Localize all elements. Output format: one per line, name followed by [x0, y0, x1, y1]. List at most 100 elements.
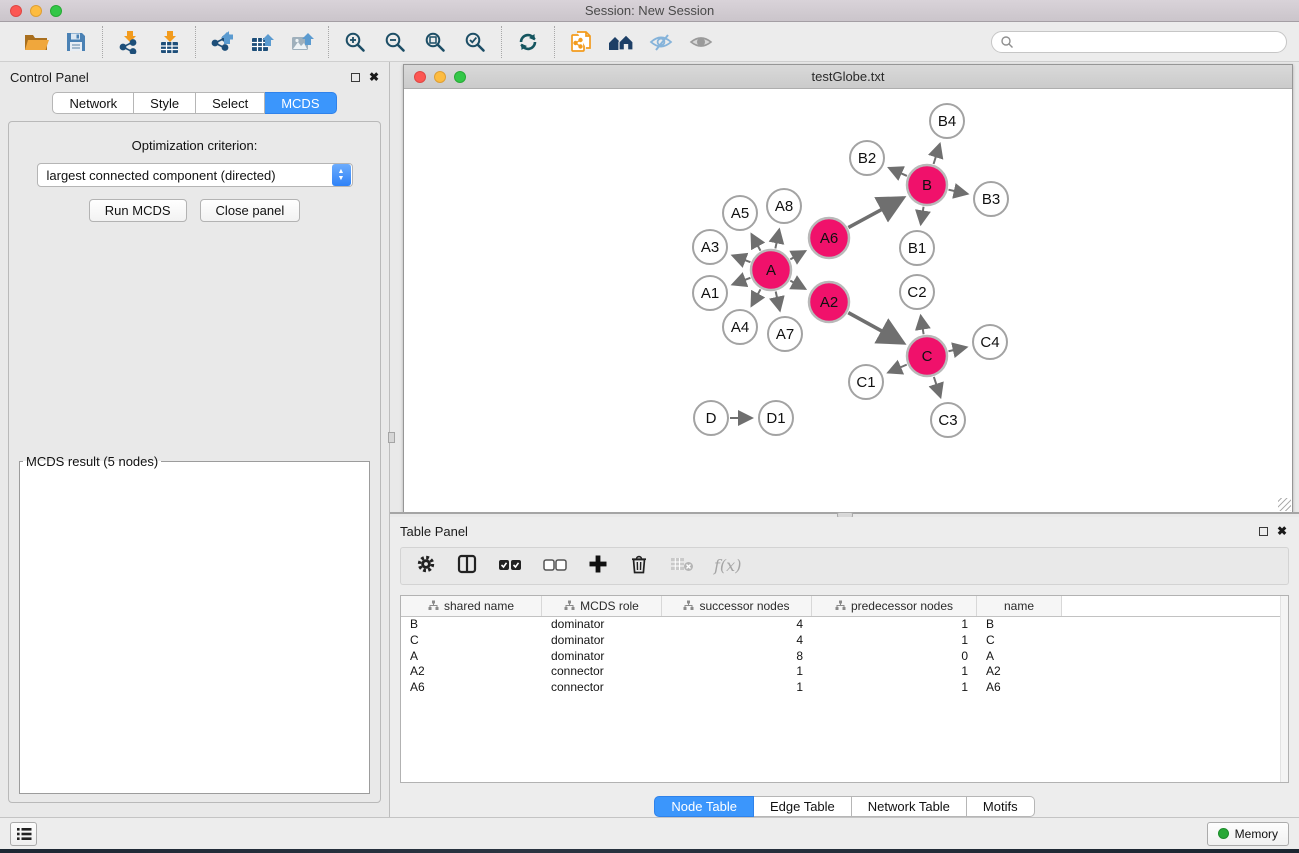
table-cell-mcds-role[interactable]: connector [542, 664, 662, 678]
table-cell-shared-name[interactable]: A2 [401, 664, 542, 678]
tab-select[interactable]: Select [196, 92, 265, 114]
hide-selected-button[interactable] [646, 27, 676, 57]
node-A2[interactable]: A2 [809, 282, 849, 322]
node-C3[interactable]: C3 [931, 403, 965, 437]
tab-node-table[interactable]: Node Table [654, 796, 754, 817]
table-cell-mcds-role[interactable]: dominator [542, 617, 662, 631]
table-cell-shared-name[interactable]: C [401, 633, 542, 647]
table-row[interactable]: A6connector11A6 [401, 679, 1288, 695]
edge-A-A4[interactable] [751, 289, 760, 306]
table-cell-name[interactable]: A2 [977, 664, 1062, 678]
table-row[interactable]: Cdominator41C [401, 632, 1288, 648]
table-cell-mcds-role[interactable]: connector [542, 680, 662, 694]
splitter-handle[interactable] [388, 432, 395, 443]
first-neighbors-button[interactable] [606, 27, 636, 57]
table-cell-successor-nodes[interactable]: 4 [662, 633, 812, 647]
edge-C-C3[interactable] [934, 377, 941, 397]
import-network-button[interactable] [114, 27, 144, 57]
tab-network[interactable]: Network [52, 92, 134, 114]
edge-B-B4[interactable] [934, 144, 940, 164]
edge-A-A6[interactable] [790, 251, 805, 259]
node-B3[interactable]: B3 [974, 182, 1008, 216]
show-columns-button[interactable] [456, 553, 478, 578]
table-cell-name[interactable]: A6 [977, 680, 1062, 694]
edge-A-A1[interactable] [732, 278, 750, 285]
export-network-button[interactable] [207, 27, 237, 57]
save-session-button[interactable] [61, 27, 91, 57]
node-C2[interactable]: C2 [900, 275, 934, 309]
edge-A-A5[interactable] [751, 234, 760, 251]
float-panel-icon[interactable] [351, 73, 360, 82]
node-A8[interactable]: A8 [767, 189, 801, 223]
node-C[interactable]: C [907, 336, 947, 376]
delete-table-button[interactable] [669, 554, 695, 577]
column-header-name[interactable]: name [977, 596, 1062, 616]
criterion-select[interactable]: largest connected component (directed) ▲… [37, 163, 353, 187]
select-all-checks-button[interactable] [497, 553, 523, 578]
edge-C-C1[interactable] [888, 365, 907, 373]
tab-edge-table[interactable]: Edge Table [754, 796, 852, 817]
node-D[interactable]: D [694, 401, 728, 435]
table-cell-name[interactable]: C [977, 633, 1062, 647]
node-A[interactable]: A [751, 250, 791, 290]
network-graph[interactable]: B4B2BB3B1A5A8A6A3AA1C2A2A4A7C4CC1C3DD1 [404, 89, 1292, 512]
export-table-button[interactable] [247, 27, 277, 57]
node-A1[interactable]: A1 [693, 276, 727, 310]
tab-mcds[interactable]: MCDS [265, 92, 336, 114]
zoom-fit-button[interactable] [420, 27, 450, 57]
edge-C-C4[interactable] [948, 347, 966, 351]
column-header-successor-nodes[interactable]: successor nodes [662, 596, 812, 616]
table-cell-predecessor-nodes[interactable]: 1 [812, 617, 977, 631]
zoom-out-button[interactable] [380, 27, 410, 57]
new-network-from-selection-button[interactable] [566, 27, 596, 57]
edge-B-B2[interactable] [889, 168, 907, 176]
table-cell-successor-nodes[interactable]: 1 [662, 680, 812, 694]
edge-B-B3[interactable] [948, 190, 967, 194]
task-history-button[interactable] [10, 822, 37, 846]
table-row[interactable]: Bdominator41B [401, 617, 1288, 633]
zoom-selected-button[interactable] [460, 27, 490, 57]
edge-A-A3[interactable] [732, 255, 750, 262]
refresh-button[interactable] [513, 27, 543, 57]
tab-style[interactable]: Style [134, 92, 196, 114]
window-resize-grip[interactable] [1278, 498, 1291, 511]
tab-motifs[interactable]: Motifs [967, 796, 1035, 817]
edge-A6-B[interactable] [848, 198, 903, 228]
column-header-predecessor-nodes[interactable]: predecessor nodes [812, 596, 977, 616]
table-cell-predecessor-nodes[interactable]: 0 [812, 649, 977, 663]
table-settings-button[interactable] [415, 553, 437, 578]
close-panel-button[interactable]: Close panel [200, 199, 301, 222]
network-canvas[interactable]: B4B2BB3B1A5A8A6A3AA1C2A2A4A7C4CC1C3DD1 [404, 89, 1292, 512]
memory-button[interactable]: Memory [1207, 822, 1289, 846]
edge-A-A8[interactable] [775, 230, 779, 249]
search-input[interactable] [1019, 35, 1278, 49]
edge-C-C2[interactable] [921, 316, 924, 335]
add-column-button[interactable] [587, 553, 609, 578]
zoom-in-button[interactable] [340, 27, 370, 57]
table-row[interactable]: A2connector11A2 [401, 664, 1288, 680]
node-B2[interactable]: B2 [850, 141, 884, 175]
table-cell-name[interactable]: B [977, 617, 1062, 631]
tab-network-table[interactable]: Network Table [852, 796, 967, 817]
show-all-button[interactable] [686, 27, 716, 57]
table-cell-mcds-role[interactable]: dominator [542, 633, 662, 647]
edge-A2-C[interactable] [848, 313, 903, 343]
column-header-shared-name[interactable]: shared name [401, 596, 542, 616]
node-B4[interactable]: B4 [930, 104, 964, 138]
table-cell-successor-nodes[interactable]: 1 [662, 664, 812, 678]
close-table-panel-icon[interactable]: ✖ [1277, 527, 1287, 536]
table-cell-predecessor-nodes[interactable]: 1 [812, 633, 977, 647]
close-panel-icon[interactable]: ✖ [369, 73, 379, 82]
node-A3[interactable]: A3 [693, 230, 727, 264]
table-cell-mcds-role[interactable]: dominator [542, 649, 662, 663]
edge-A-A7[interactable] [776, 291, 780, 310]
search-field[interactable] [991, 31, 1287, 53]
float-table-panel-icon[interactable] [1259, 527, 1268, 536]
node-C4[interactable]: C4 [973, 325, 1007, 359]
node-A4[interactable]: A4 [723, 310, 757, 344]
export-image-button[interactable] [287, 27, 317, 57]
table-cell-successor-nodes[interactable]: 8 [662, 649, 812, 663]
import-table-button[interactable] [154, 27, 184, 57]
clear-all-checks-button[interactable] [542, 553, 568, 578]
delete-columns-button[interactable] [628, 553, 650, 578]
